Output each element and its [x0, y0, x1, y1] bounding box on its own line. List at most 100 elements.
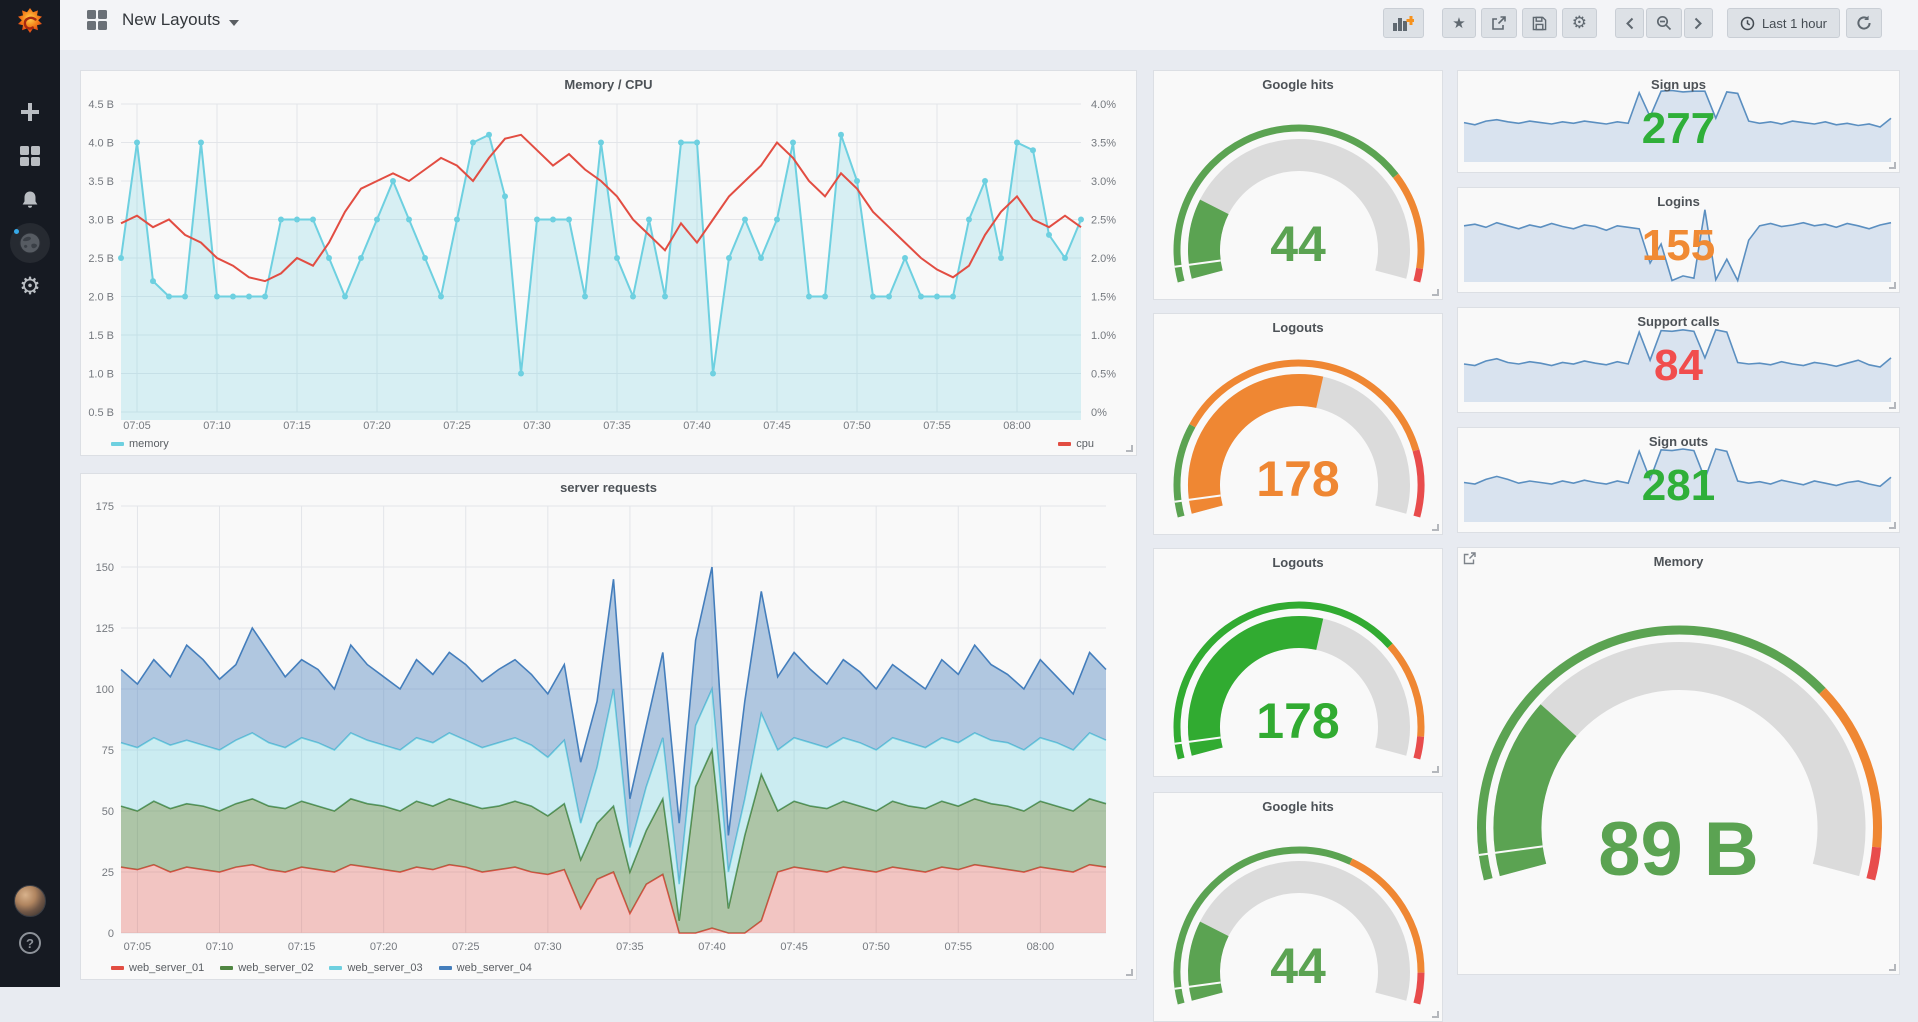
add-panel-button[interactable] — [1383, 8, 1425, 38]
panel-title[interactable]: Google hits — [1154, 77, 1442, 92]
resize-handle[interactable] — [1889, 522, 1896, 529]
panel-title[interactable]: Logins — [1458, 194, 1899, 209]
svg-text:2.0%: 2.0% — [1091, 253, 1116, 265]
panel-gauge-logouts-2: Logouts 178 — [1153, 548, 1443, 777]
external-link-icon[interactable] — [1463, 552, 1476, 570]
dashboard-grid-icon — [86, 9, 108, 31]
svg-text:0%: 0% — [1091, 407, 1107, 419]
svg-text:07:40: 07:40 — [698, 941, 726, 953]
svg-text:0.5%: 0.5% — [1091, 369, 1116, 381]
svg-text:07:30: 07:30 — [523, 420, 551, 432]
svg-text:07:50: 07:50 — [862, 941, 890, 953]
server-requests-chart[interactable]: 07:05 07:10 07:15 07:20 07:25 07:30 07:35 07:40… — [81, 474, 1136, 979]
memory-swatch — [111, 442, 124, 446]
memory-cpu-chart[interactable]: 07:05 07:10 07:15 07:20 07:25 07:30 07:35 07:40… — [81, 71, 1136, 455]
svg-text:07:45: 07:45 — [763, 420, 791, 432]
dashboard-title-group[interactable]: New Layouts — [86, 9, 240, 31]
svg-text:25: 25 — [102, 867, 114, 879]
panel-title[interactable]: Sign outs — [1458, 434, 1899, 449]
legend-item-web-server-01[interactable]: web_server_01 — [111, 962, 204, 974]
save-button[interactable] — [1521, 8, 1557, 38]
singlestat-value: 155 — [1641, 221, 1716, 270]
svg-text:07:15: 07:15 — [288, 941, 316, 953]
resize-handle[interactable] — [1889, 964, 1896, 971]
svg-text:1.5 B: 1.5 B — [88, 330, 114, 342]
alerting-bell-icon[interactable] — [0, 180, 60, 220]
svg-text:07:35: 07:35 — [603, 420, 631, 432]
panel-sign-outs: Sign outs 281 — [1457, 427, 1900, 533]
svg-text:07:25: 07:25 — [452, 941, 480, 953]
panel-title[interactable]: Memory / CPU — [81, 77, 1136, 92]
panel-title[interactable]: Memory — [1458, 554, 1899, 569]
svg-text:07:55: 07:55 — [923, 420, 951, 432]
resize-handle[interactable] — [1432, 524, 1439, 531]
refresh-button[interactable] — [1846, 8, 1882, 38]
svg-text:50: 50 — [102, 806, 114, 818]
legend: web_server_01 web_server_02 web_server_0… — [111, 962, 548, 974]
svg-text:0.5 B: 0.5 B — [88, 407, 114, 419]
resize-handle[interactable] — [1126, 969, 1133, 976]
resize-handle[interactable] — [1432, 766, 1439, 773]
page-title: New Layouts — [122, 10, 221, 29]
panel-gauge-google-hits-2: Google hits 44 — [1153, 792, 1443, 1022]
globe-icon[interactable] — [0, 223, 60, 263]
legend-item-memory[interactable]: memory — [111, 438, 169, 450]
dashboard-settings-button[interactable]: ⚙ — [1561, 8, 1597, 38]
svg-text:07:55: 07:55 — [944, 941, 972, 953]
svg-text:3.0%: 3.0% — [1091, 176, 1116, 188]
grafana-logo[interactable] — [12, 6, 48, 42]
resize-handle[interactable] — [1432, 289, 1439, 296]
sidebar: ⚙ ? — [0, 0, 60, 987]
resize-handle[interactable] — [1126, 445, 1133, 452]
resize-handle[interactable] — [1889, 162, 1896, 169]
time-forward-button[interactable] — [1683, 8, 1713, 38]
gauge-value: 178 — [1256, 693, 1340, 749]
svg-text:4.5 B: 4.5 B — [88, 99, 114, 111]
panel-title[interactable]: Support calls — [1458, 314, 1899, 329]
legend-item-web-server-03[interactable]: web_server_03 — [329, 962, 423, 974]
panel-title[interactable]: Sign ups — [1458, 77, 1899, 92]
resize-handle[interactable] — [1889, 402, 1896, 409]
series-swatch — [220, 966, 234, 970]
panel-memory-gauge: Memory 89 B — [1457, 547, 1900, 975]
dashboards-grid-icon[interactable] — [0, 136, 60, 176]
time-range-label: Last 1 hour — [1761, 15, 1827, 31]
panel-title[interactable]: Logouts — [1154, 555, 1442, 570]
settings-gear-icon[interactable]: ⚙ — [0, 266, 60, 306]
legend: memory — [111, 438, 185, 450]
panel-logins: Logins 155 — [1457, 187, 1900, 293]
legend-right: cpu — [1058, 438, 1094, 450]
svg-text:07:05: 07:05 — [124, 941, 152, 953]
panel-sign-ups: Sign ups 277 — [1457, 70, 1900, 173]
user-avatar[interactable] — [14, 885, 46, 917]
help-icon[interactable]: ? — [19, 932, 41, 954]
notification-dot — [14, 229, 19, 234]
svg-text:07:45: 07:45 — [780, 941, 808, 953]
svg-text:2.0 B: 2.0 B — [88, 292, 114, 304]
resize-handle[interactable] — [1889, 282, 1896, 289]
legend-item-web-server-02[interactable]: web_server_02 — [220, 962, 313, 974]
star-button[interactable]: ★ — [1442, 8, 1476, 38]
time-back-button[interactable] — [1614, 8, 1644, 38]
svg-text:1.0 B: 1.0 B — [88, 369, 114, 381]
svg-text:07:15: 07:15 — [283, 420, 311, 432]
panel-title[interactable]: server requests — [81, 480, 1136, 495]
clock-icon — [1740, 16, 1755, 30]
svg-text:07:25: 07:25 — [443, 420, 471, 432]
panel-title[interactable]: Google hits — [1154, 799, 1442, 814]
zoom-out-button[interactable] — [1645, 8, 1682, 38]
svg-text:07:30: 07:30 — [534, 941, 562, 953]
legend-item-web-server-04[interactable]: web_server_04 — [438, 962, 532, 974]
resize-handle[interactable] — [1432, 1011, 1439, 1018]
legend-item-cpu[interactable]: cpu — [1058, 438, 1094, 450]
gauge-value: 44 — [1270, 938, 1326, 994]
time-range-picker[interactable]: Last 1 hour — [1726, 8, 1840, 38]
panel-gauge-logouts: Logouts 178 — [1153, 313, 1443, 535]
svg-text:07:35: 07:35 — [616, 941, 644, 953]
share-button[interactable] — [1480, 8, 1517, 38]
panel-title[interactable]: Logouts — [1154, 320, 1442, 335]
plus-icon[interactable] — [0, 92, 60, 132]
svg-text:3.5 B: 3.5 B — [88, 176, 114, 188]
series-swatch — [438, 966, 452, 970]
svg-text:150: 150 — [96, 562, 114, 574]
